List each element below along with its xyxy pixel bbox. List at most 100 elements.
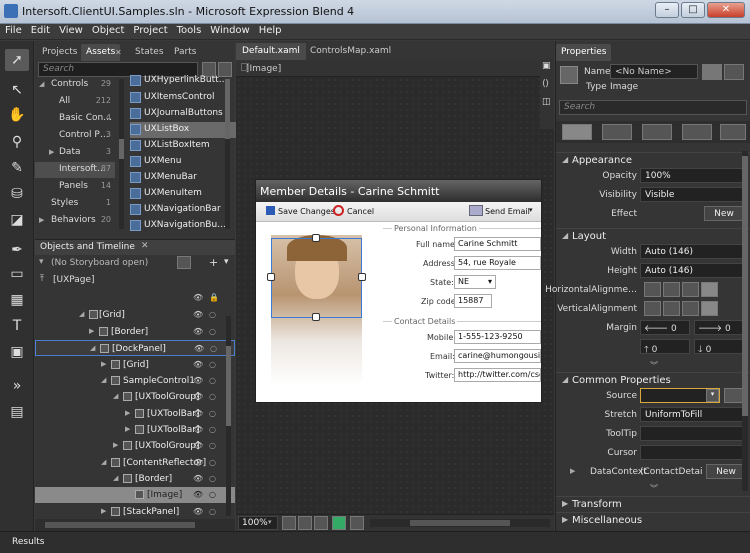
asset-item[interactable]: UXHyperlinkButt…: [130, 73, 252, 89]
menu-object[interactable]: Object: [87, 24, 129, 36]
control-tool-icon[interactable]: ▣: [5, 341, 29, 363]
tab-default-xaml[interactable]: Default.xaml: [236, 43, 306, 60]
chevron-down-icon[interactable]: ▾: [529, 206, 533, 214]
menu-file[interactable]: File: [0, 24, 26, 36]
save-changes-button[interactable]: Save Changes: [278, 207, 335, 216]
asset-item[interactable]: UXListBoxItem: [130, 138, 252, 154]
solid-brush-icon[interactable]: [562, 124, 592, 140]
snap-lines-icon[interactable]: [332, 516, 346, 530]
menu-view[interactable]: View: [54, 24, 87, 36]
category-panels[interactable]: Panels 14: [35, 179, 115, 195]
snap-grid-icon[interactable]: [314, 516, 328, 530]
asset-item[interactable]: UXMenuBar: [130, 170, 252, 186]
tree-row[interactable]: ◢ [Grid] 👁 ○: [35, 307, 235, 323]
menu-project[interactable]: Project: [128, 24, 171, 36]
menu-help[interactable]: Help: [254, 24, 286, 36]
address-field[interactable]: 54, rue Royale: [454, 256, 541, 270]
fullname-field[interactable]: Carine Schmitt: [454, 237, 541, 251]
xaml-view-icon[interactable]: ⟨⟩: [542, 79, 549, 89]
storyboard-icon[interactable]: ▾: [39, 257, 44, 267]
breadcrumb-item[interactable]: [Image]: [246, 64, 281, 74]
asset-item[interactable]: UXMenuItem: [130, 186, 252, 202]
close-icon[interactable]: ✕: [141, 241, 149, 251]
close-tab-icon[interactable]: ✕: [115, 48, 122, 57]
margin-bottom-field[interactable]: 🡓 0: [694, 339, 744, 355]
menu-edit[interactable]: Edit: [26, 24, 54, 36]
more-tools-icon[interactable]: »: [5, 375, 29, 397]
name-field[interactable]: <No Name>: [610, 64, 698, 79]
category-all[interactable]: All 212: [35, 94, 115, 110]
properties-scrollbar[interactable]: [742, 151, 748, 491]
cancel-button[interactable]: Cancel: [347, 207, 374, 216]
maximize-button[interactable]: □: [681, 2, 705, 18]
close-button[interactable]: ✕: [707, 2, 745, 18]
tree-row[interactable]: ▶ [UXToolBar] 👁 ○: [35, 406, 235, 422]
tree-row[interactable]: ◢ [UXToolGroup] 👁 ○: [35, 389, 235, 405]
tree-row[interactable]: ▶ [Border] 👁 ○: [35, 324, 235, 340]
grid-tool-icon[interactable]: ▦: [5, 289, 29, 311]
storyboard-options-icon[interactable]: [177, 256, 191, 269]
tree-row[interactable]: ▶ [UXToolGroup] 👁 ○: [35, 438, 235, 454]
twitter-field[interactable]: http://twitter.com/cschr: [454, 368, 541, 382]
menu-tools[interactable]: Tools: [172, 24, 206, 36]
transform-section-header[interactable]: ▶ Transform: [556, 496, 750, 512]
results-tab[interactable]: Results: [12, 537, 45, 547]
appearance-section-header[interactable]: ◢ Appearance: [556, 152, 750, 168]
miscellaneous-section-header[interactable]: ▶ Miscellaneous: [556, 512, 750, 528]
expand-common-icon[interactable]: ︾: [650, 483, 658, 494]
tree-row[interactable]: ▶ [StackPanel] 👁 ○: [35, 504, 235, 520]
eyedropper-tool-icon[interactable]: ✎: [5, 157, 29, 179]
pan-tool-icon[interactable]: ✋: [5, 104, 29, 126]
tree-row[interactable]: ◢ [ContentReflector] 👁 ○: [35, 455, 235, 471]
tree-row[interactable]: ◢ [Border] 👁 ○: [35, 471, 235, 487]
tab-projects[interactable]: Projects: [37, 44, 82, 61]
asset-item[interactable]: UXNavigationBu…: [130, 218, 252, 234]
browse-source-button[interactable]: [724, 388, 744, 403]
new-datacontext-button[interactable]: New: [706, 464, 746, 479]
align-left-icon[interactable]: [644, 282, 661, 297]
new-effect-button[interactable]: New: [704, 206, 744, 221]
margin-right-field[interactable]: 🡒 0: [694, 320, 744, 335]
tile-brush-icon[interactable]: [602, 124, 632, 140]
grid-toggle-icon[interactable]: [298, 516, 312, 530]
expand-advanced-icon[interactable]: ︾: [650, 360, 658, 371]
align-bottom-icon[interactable]: [682, 301, 699, 316]
minimize-button[interactable]: –: [655, 2, 679, 18]
rectangle-tool-icon[interactable]: ▭: [5, 263, 29, 285]
send-email-button[interactable]: Send Email: [485, 207, 530, 216]
common-properties-header[interactable]: ◢ Common Properties: [556, 372, 750, 388]
tree-root[interactable]: ⤒ [UXPage]: [35, 272, 235, 288]
image-brush-icon[interactable]: [682, 124, 712, 140]
artboard[interactable]: Default.xaml ControlsMap.xaml [Image] Me…: [236, 41, 554, 531]
member-details-window[interactable]: Member Details - Carine Schmitt Save Cha…: [255, 179, 542, 403]
mobile-field[interactable]: 1-555-123-9250: [454, 330, 541, 344]
scope-up-icon[interactable]: ⤒: [40, 274, 44, 284]
artboard-hscrollbar[interactable]: [370, 519, 550, 527]
asset-item-selected[interactable]: UXListBox: [130, 122, 252, 138]
pen-tool-icon[interactable]: ✒: [5, 239, 29, 261]
annotations-icon[interactable]: [350, 516, 364, 530]
effects-toggle-icon[interactable]: [282, 516, 296, 530]
valign-stretch-icon[interactable]: [701, 301, 718, 316]
tree-row-highlighted[interactable]: [Image] 👁 ○: [35, 487, 235, 503]
tab-properties[interactable]: Properties: [556, 44, 612, 61]
state-select[interactable]: NE ▾: [454, 275, 496, 289]
storyboard-menu-icon[interactable]: ▾: [224, 257, 229, 267]
selection-adorner[interactable]: [267, 234, 366, 321]
assets-tool-icon[interactable]: ▤: [5, 401, 29, 423]
gradient-brush-icon[interactable]: [642, 124, 672, 140]
email-field[interactable]: carine@humongousinsu: [454, 349, 541, 363]
align-stretch-icon[interactable]: [701, 282, 718, 297]
tooltip-field[interactable]: [640, 426, 745, 441]
tree-row[interactable]: ▶ [UXToolBar] 👁 ○: [35, 422, 235, 438]
align-top-icon[interactable]: [644, 301, 661, 316]
tab-states[interactable]: States: [130, 44, 169, 61]
chevron-down-icon[interactable]: ▾: [706, 389, 719, 402]
tree-row-selected[interactable]: ◢ [DockPanel] 👁 ○: [35, 340, 235, 356]
text-tool-icon[interactable]: T: [5, 315, 29, 337]
expand-icon[interactable]: ▶: [570, 467, 575, 475]
category-behaviors[interactable]: ▶ Behaviors 20: [35, 213, 115, 229]
asset-item[interactable]: UXItemsControl: [130, 90, 252, 106]
design-view-icon[interactable]: ▣: [542, 61, 551, 71]
paint-bucket-tool-icon[interactable]: ⛁: [5, 183, 29, 205]
